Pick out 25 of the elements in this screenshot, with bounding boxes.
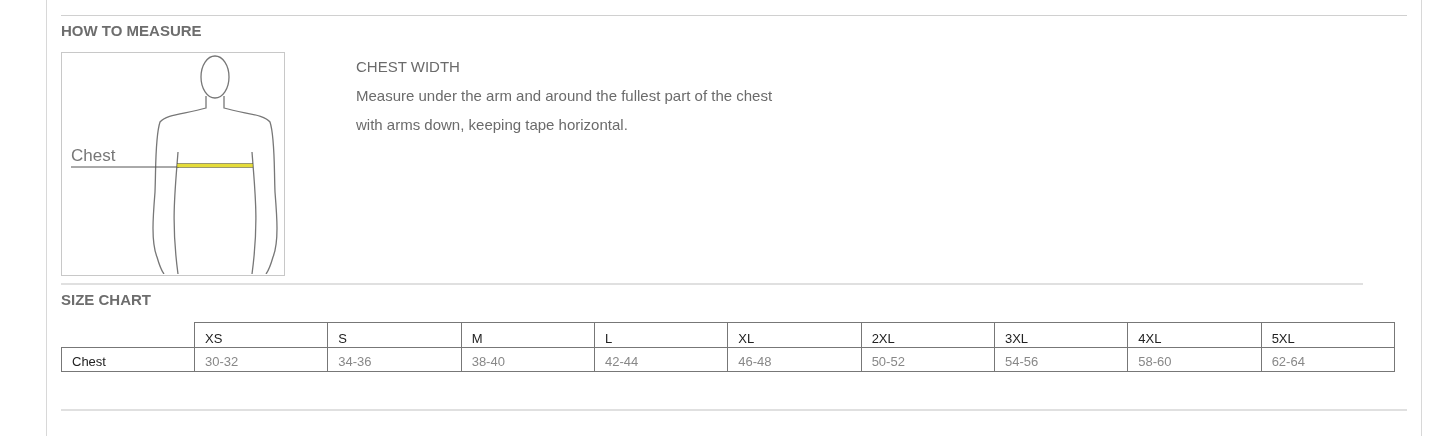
size-value-cell: 50-52 [861, 347, 995, 372]
size-value-cell: 38-40 [461, 347, 595, 372]
size-header-cell: S [327, 322, 462, 348]
size-header-cell: 3XL [994, 322, 1128, 348]
measurement-instruction: Measure under the arm and around the fullest part of the chest [356, 87, 773, 105]
size-header-cell: XL [727, 322, 862, 348]
row-label-cell: Chest [61, 347, 195, 372]
size-header-cell: 2XL [861, 322, 995, 348]
size-header-cell: 4XL [1127, 322, 1262, 348]
size-header-cell: M [461, 322, 595, 348]
size-value-cell: 62-64 [1261, 347, 1395, 372]
size-value-cell: 34-36 [327, 347, 462, 372]
section-heading: HOW TO MEASURE [61, 22, 203, 40]
measurement-title: CHEST WIDTH [356, 58, 461, 76]
size-value-cell: 42-44 [594, 347, 728, 372]
size-header-cell: L [594, 322, 728, 348]
size-value-cell: 46-48 [727, 347, 862, 372]
size-value-cell: 58-60 [1127, 347, 1262, 372]
chest-label: Chest [71, 147, 116, 165]
size-value-cell: 30-32 [194, 347, 328, 372]
measurement-instruction: with arms down, keeping tape horizontal. [356, 116, 629, 134]
section-heading: SIZE CHART [61, 291, 152, 309]
size-header-cell: XS [194, 322, 328, 348]
size-value-cell: 54-56 [994, 347, 1128, 372]
size-header-cell: 5XL [1261, 322, 1395, 348]
